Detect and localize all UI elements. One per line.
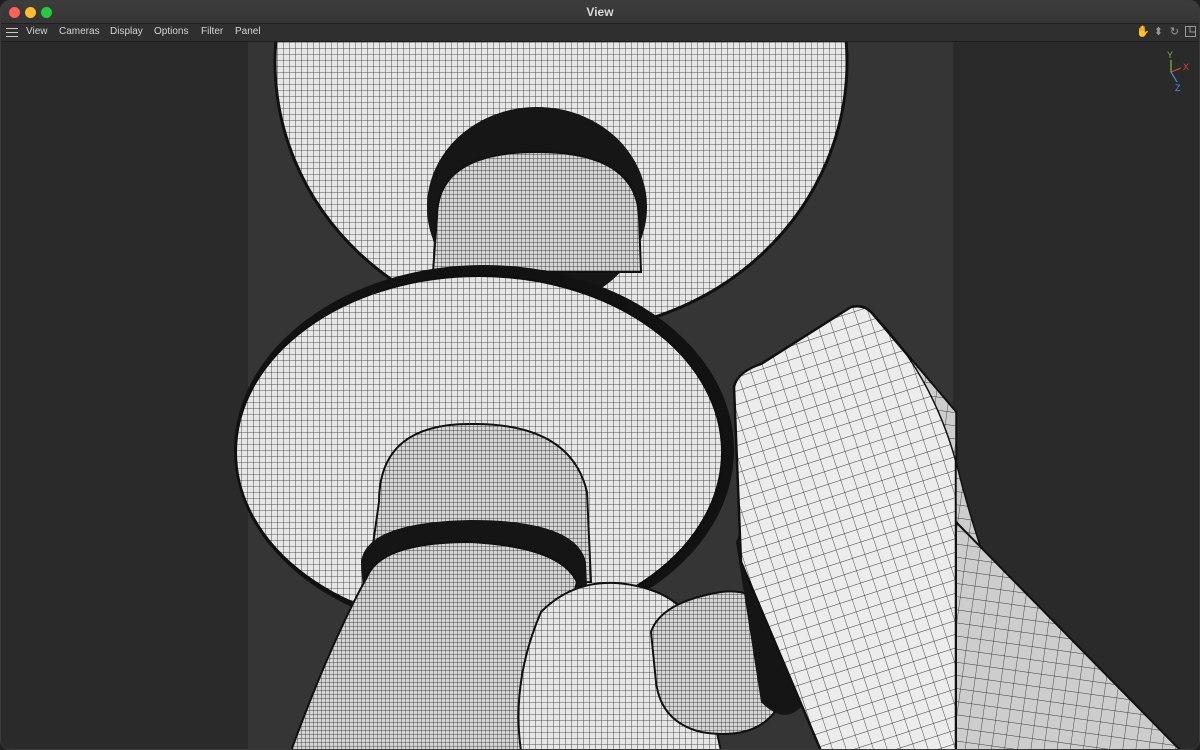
axis-x-label: X [1183, 62, 1190, 72]
maximize-view-icon[interactable] [1184, 26, 1197, 39]
app-window: View View Cameras Display Options Filter… [0, 0, 1200, 750]
viewport-menu-bar: View Cameras Display Options Filter Pane… [1, 24, 1199, 42]
menu-filter[interactable]: Filter [201, 26, 223, 37]
menu-panel[interactable]: Panel [235, 26, 261, 37]
menu-options[interactable]: Options [154, 26, 188, 37]
menu-view[interactable]: View [26, 26, 48, 37]
move-arrow-icon[interactable]: ⬍ [1152, 26, 1165, 39]
rotate-icon[interactable]: ↻ [1168, 26, 1181, 39]
3d-viewport[interactable]: Y X Z [1, 42, 1199, 749]
axis-gizmo: Y X Z [1159, 50, 1191, 94]
window-title: View [586, 5, 614, 19]
title-bar: View [1, 1, 1199, 24]
hamburger-menu-icon[interactable] [6, 28, 18, 38]
axis-z-label: Z [1175, 83, 1181, 93]
menu-display[interactable]: Display [110, 26, 143, 37]
wireframe-scene [234, 42, 1181, 749]
axis-y-label: Y [1167, 50, 1174, 60]
hand-pan-icon[interactable]: ✋ [1136, 26, 1150, 39]
menu-cameras[interactable]: Cameras [59, 26, 100, 37]
